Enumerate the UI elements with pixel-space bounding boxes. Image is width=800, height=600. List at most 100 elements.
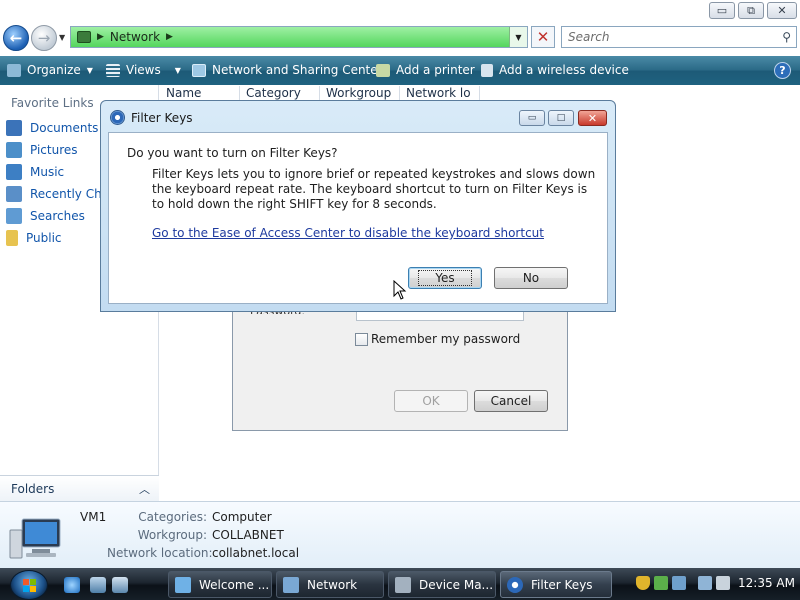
close-window-button[interactable]: ✕ (767, 2, 797, 19)
yes-button[interactable]: Yes (408, 267, 482, 289)
filter-keys-icon (507, 576, 523, 593)
back-arrow-icon: ← (9, 29, 23, 47)
searches-icon (6, 208, 22, 224)
switch-windows-icon[interactable] (112, 577, 128, 593)
taskbar-button-network[interactable]: Network (276, 571, 384, 598)
network-icon (77, 31, 91, 43)
remember-password-label: Remember my password (371, 332, 521, 346)
pictures-icon (6, 142, 22, 158)
taskbar: Welcome ... Network Device Ma... Filter … (0, 568, 800, 600)
ease-of-access-icon (110, 110, 125, 125)
taskbar-button-filter-keys[interactable]: Filter Keys (500, 571, 612, 598)
network-status-icon[interactable] (698, 576, 712, 590)
history-dropdown-icon[interactable]: ▼ (59, 33, 65, 42)
nav-item-label: Pictures (30, 143, 78, 157)
cancel-label: Cancel (490, 394, 532, 408)
nav-item-label: Searches (30, 209, 85, 223)
organize-label: Organize (27, 63, 81, 77)
chevron-down-icon: ▼ (86, 65, 93, 75)
dialog-description: Filter Keys lets you to ignore brief or … (152, 167, 596, 211)
volume-muted-icon[interactable] (716, 576, 730, 590)
stop-button[interactable]: ✕ (531, 26, 555, 48)
welcome-icon (175, 576, 191, 593)
device-manager-icon (395, 576, 411, 593)
maximize-icon: □ (556, 113, 566, 123)
network-sharing-center-label: Network and Sharing Center (212, 63, 383, 77)
command-bar: Organize ▼ Views ▼ Network and Sharing C… (0, 56, 800, 85)
window-title-bar: ▭ ⧉ ✕ (0, 0, 800, 22)
back-button[interactable]: ← (3, 25, 29, 51)
tray-status-icon[interactable] (654, 576, 668, 590)
address-row: ← → ▼ ▶ Network ▶ ▼ ✕ Search ⚲ (0, 22, 800, 56)
forward-arrow-icon: → (37, 29, 51, 47)
internet-explorer-icon[interactable] (64, 577, 80, 593)
address-dropdown-icon[interactable]: ▼ (509, 27, 527, 47)
views-icon (106, 63, 120, 77)
detail-label: Categories: (138, 510, 207, 524)
minimize-button[interactable]: ▭ (709, 2, 735, 19)
close-icon: ✕ (587, 111, 598, 125)
ease-of-access-link[interactable]: Go to the Ease of Access Center to disab… (152, 226, 544, 240)
start-button[interactable] (10, 570, 48, 600)
address-bar[interactable]: ▶ Network ▶ ▼ (70, 26, 528, 48)
taskbar-button-welcome[interactable]: Welcome ... (168, 571, 272, 598)
add-wireless-device-button[interactable]: Add a wireless device (481, 63, 629, 77)
search-input[interactable]: Search ⚲ (561, 26, 797, 48)
windows-logo-icon (23, 579, 36, 592)
add-printer-label: Add a printer (396, 63, 475, 77)
views-button[interactable]: Views ▼ (106, 63, 181, 77)
clock[interactable]: 12:35 AM (738, 576, 795, 590)
breadcrumb-separator-icon[interactable]: ▶ (97, 32, 104, 42)
forward-button[interactable]: → (31, 25, 57, 51)
printer-icon (376, 63, 390, 77)
cancel-button[interactable]: Cancel (474, 390, 548, 412)
minimize-icon: ▭ (527, 113, 537, 123)
column-header-label: Network lo (406, 86, 471, 100)
folder-icon (6, 230, 18, 246)
no-label: No (522, 271, 540, 285)
column-header-label: Workgroup (326, 86, 392, 100)
security-shield-icon[interactable] (636, 576, 650, 590)
dialog-close-button[interactable]: ✕ (578, 110, 607, 126)
column-header-label: Category (246, 86, 301, 100)
network-sharing-center-button[interactable]: Network and Sharing Center (192, 63, 383, 77)
breadcrumb-separator-icon[interactable]: ▶ (166, 32, 173, 42)
add-wireless-label: Add a wireless device (499, 63, 629, 77)
dialog-body: Do you want to turn on Filter Keys? Filt… (108, 132, 608, 304)
wireless-device-icon (481, 63, 493, 77)
task-label: Network (307, 577, 358, 592)
tray-app-icon[interactable] (672, 576, 686, 590)
ok-button[interactable]: OK (394, 390, 468, 412)
no-button[interactable]: No (494, 267, 568, 289)
documents-icon (6, 120, 22, 136)
detail-value: collabnet.local (212, 546, 300, 560)
detail-value: Computer (212, 510, 272, 524)
help-button[interactable]: ? (774, 62, 791, 79)
dialog-minimize-button[interactable]: ▭ (519, 110, 545, 126)
folders-label: Folders (11, 482, 55, 496)
music-icon (6, 164, 22, 180)
task-label: Device Ma... (419, 577, 494, 592)
show-desktop-icon[interactable] (90, 577, 106, 593)
yes-label: Yes (418, 270, 472, 286)
dialog-maximize-button[interactable]: □ (548, 110, 574, 126)
remember-password-checkbox[interactable]: Remember my password (355, 332, 520, 346)
taskbar-button-device-manager[interactable]: Device Ma... (388, 571, 496, 598)
column-header-label: Name (166, 86, 202, 100)
computer-icon (9, 518, 61, 559)
organize-button[interactable]: Organize ▼ (7, 63, 93, 77)
chevron-down-icon: ▼ (174, 65, 181, 75)
detail-value: COLLABNET (212, 528, 284, 542)
mouse-cursor-icon (393, 280, 407, 300)
nav-item-label: Documents (30, 121, 99, 135)
folders-toggle[interactable]: Folders ︿ (0, 475, 159, 501)
maximize-button[interactable]: ⧉ (738, 2, 764, 19)
chevron-up-icon: ︿ (139, 483, 150, 496)
breadcrumb-network[interactable]: Network (110, 30, 160, 44)
search-placeholder: Search (568, 30, 610, 44)
dialog-title: Filter Keys (131, 111, 193, 125)
checkbox-icon[interactable] (355, 332, 368, 346)
dialog-question: Do you want to turn on Filter Keys? (127, 146, 338, 160)
add-printer-button[interactable]: Add a printer (376, 63, 475, 77)
search-icon[interactable]: ⚲ (782, 30, 791, 44)
